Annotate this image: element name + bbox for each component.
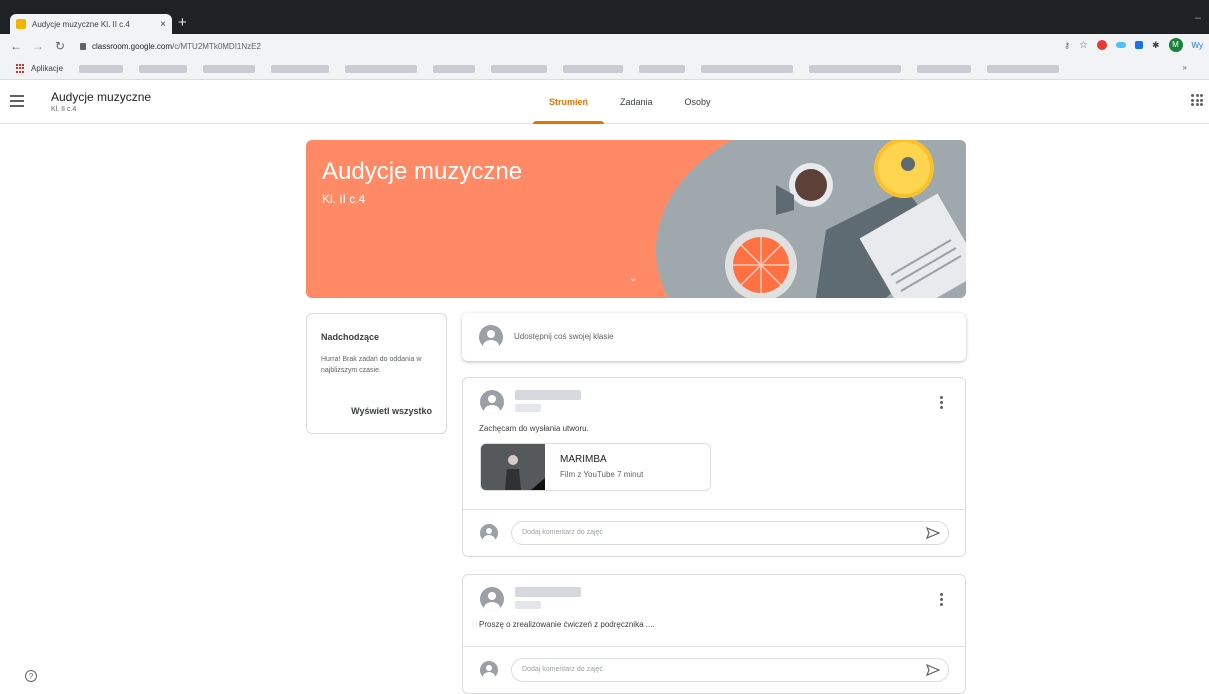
minimize-icon[interactable]: – xyxy=(1195,12,1201,24)
bookmark-item[interactable] xyxy=(271,64,330,73)
new-tab-icon[interactable]: + xyxy=(178,14,187,32)
puzzle-icon[interactable]: ✱ xyxy=(1152,40,1160,51)
key-icon[interactable]: ⚷ xyxy=(1064,41,1070,50)
author-name-redacted xyxy=(515,587,581,597)
bookmark-item[interactable] xyxy=(563,64,624,73)
bookmark-item[interactable] xyxy=(701,64,794,73)
avatar xyxy=(480,587,504,611)
bookmark-item[interactable] xyxy=(345,64,418,73)
browser-tab[interactable]: Audycje muzyczne Kl. II c.4 × xyxy=(10,14,172,34)
help-icon[interactable]: ? xyxy=(25,670,37,682)
url-host: classroom.google.com xyxy=(92,41,173,51)
extensions-area: ⚷ ☆ ✱ M Wy xyxy=(1064,38,1203,52)
bookmark-item[interactable] xyxy=(203,64,256,73)
share-placeholder: Udostępnij coś swojej klasie xyxy=(514,332,614,341)
banner-subtitle: Kl. II c.4 xyxy=(322,192,366,206)
bookmark-item[interactable] xyxy=(809,64,902,73)
browser-tabstrip: Audycje muzyczne Kl. II c.4 × + – xyxy=(0,0,1209,34)
class-name[interactable]: Audycje muzyczne xyxy=(51,90,151,104)
profile-avatar[interactable]: M xyxy=(1168,38,1183,52)
comment-placeholder: Dodaj komentarz do zajęć xyxy=(522,666,603,673)
tab-title: Audycje muzyczne Kl. II c.4 xyxy=(32,19,130,29)
avatar xyxy=(480,524,498,542)
tab-classwork[interactable]: Zadania xyxy=(604,80,669,124)
send-icon[interactable] xyxy=(926,663,940,677)
opera-icon[interactable] xyxy=(1096,40,1107,50)
bookmark-item[interactable] xyxy=(139,64,188,73)
class-tabs: Strumień Zadania Osoby xyxy=(533,80,727,124)
attachment-title: MARIMBA xyxy=(560,454,607,465)
browser-toolbar: ← → ↻ classroom.google.com/c/MTU2MTk0MDI… xyxy=(0,34,1209,58)
post-text: Zachęcam do wysłania utworu. xyxy=(479,424,589,433)
tab-stream[interactable]: Strumień xyxy=(533,80,605,124)
attachment-card[interactable]: MARIMBA Film z YouTube 7 minut xyxy=(480,443,711,491)
address-bar[interactable]: classroom.google.com/c/MTU2MTk0MDI1NzE2 xyxy=(80,42,261,51)
comment-input[interactable]: Dodaj komentarz do zajęć xyxy=(511,521,949,545)
classroom-favicon-icon xyxy=(16,19,26,29)
upcoming-message: Hurra! Brak zadań do oddania w najbliższ… xyxy=(321,356,422,374)
post-date-redacted xyxy=(515,601,541,609)
menu-icon[interactable] xyxy=(10,95,24,107)
divider xyxy=(463,509,965,510)
bookmarks-bar: Aplikacje xyxy=(0,58,1209,80)
share-box[interactable]: Udostępnij coś swojej klasie xyxy=(462,313,966,361)
tab-close-icon[interactable]: × xyxy=(160,19,166,30)
back-icon[interactable]: ← xyxy=(10,39,22,53)
chevron-down-icon[interactable]: ⌄ xyxy=(629,273,637,284)
reload-icon[interactable]: ↻ xyxy=(54,39,66,53)
attachment-meta: Film z YouTube 7 minut xyxy=(560,470,644,479)
extension-blue-icon[interactable] xyxy=(1134,41,1143,49)
avatar xyxy=(480,390,504,414)
stream-post: Proszę o zrealizowanie ćwiczeń z podręcz… xyxy=(462,574,966,694)
send-icon[interactable] xyxy=(926,526,940,540)
lock-icon xyxy=(80,42,86,50)
stream-post: Zachęcam do wysłania utworu. MARIMBA Fil… xyxy=(462,377,966,557)
comment-placeholder: Dodaj komentarz do zajęć xyxy=(522,529,603,536)
upcoming-title: Nadchodzące xyxy=(321,332,380,342)
more-options-icon[interactable] xyxy=(940,396,943,411)
comment-input[interactable]: Dodaj komentarz do zajęć xyxy=(511,658,949,682)
avatar xyxy=(480,661,498,679)
bookmark-item[interactable] xyxy=(79,64,124,73)
more-options-icon[interactable] xyxy=(940,593,943,608)
tab-people[interactable]: Osoby xyxy=(669,80,727,124)
view-all-link[interactable]: Wyświetl wszystko xyxy=(351,406,432,416)
google-apps-icon[interactable] xyxy=(1191,94,1203,106)
bookmark-item[interactable] xyxy=(987,64,1060,73)
author-name-redacted xyxy=(515,390,581,400)
class-section: Kl. II c.4 xyxy=(51,106,77,113)
bookmarks-more-icon[interactable]: » xyxy=(1183,63,1187,72)
url-path: /c/MTU2MTk0MDI1NzE2 xyxy=(172,41,261,51)
divider xyxy=(463,646,965,647)
bookmark-item[interactable] xyxy=(917,64,972,73)
forward-icon[interactable]: → xyxy=(32,39,44,53)
banner-title: Audycje muzyczne xyxy=(322,158,523,185)
cloud-icon[interactable] xyxy=(1115,42,1126,48)
bookmark-item[interactable] xyxy=(433,64,476,73)
class-banner: Audycje muzyczne Kl. II c.4 ⌄ xyxy=(306,140,966,298)
post-date-redacted xyxy=(515,404,541,412)
upcoming-card: Nadchodzące Hurra! Brak zadań do oddania… xyxy=(306,313,447,434)
bookmark-item[interactable] xyxy=(639,64,686,73)
bookmarks-apps-label[interactable]: Aplikacje xyxy=(31,64,63,73)
avatar xyxy=(479,325,503,349)
profile-text[interactable]: Wy xyxy=(1192,41,1203,50)
classroom-header: Audycje muzyczne Kl. II c.4 Strumień Zad… xyxy=(0,80,1209,124)
post-text: Proszę o zrealizowanie ćwiczeń z podręcz… xyxy=(479,620,655,629)
bookmark-item[interactable] xyxy=(491,64,548,73)
star-icon[interactable]: ☆ xyxy=(1079,40,1088,51)
banner-illustration xyxy=(656,140,966,298)
video-thumbnail xyxy=(481,444,545,490)
apps-grid-icon[interactable] xyxy=(16,63,26,74)
